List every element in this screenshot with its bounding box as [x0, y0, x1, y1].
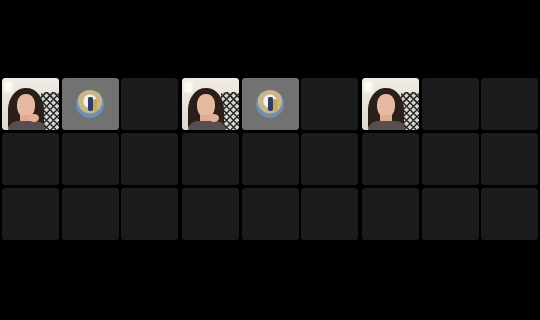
- empty-slot-tile: [182, 188, 239, 240]
- participant-avatar-tile[interactable]: [61, 78, 119, 130]
- empty-slot-tile: [121, 133, 178, 185]
- empty-slot-tile: [121, 188, 178, 240]
- participant-shirt: [8, 121, 46, 130]
- empty-slot-tile: [481, 78, 538, 130]
- empty-slot-tile: [301, 188, 358, 240]
- empty-slot-tile: [301, 78, 358, 130]
- empty-slot-tile: [2, 188, 59, 240]
- participant-video-tile[interactable]: [362, 78, 419, 130]
- participant-shirt: [368, 121, 406, 130]
- empty-slot-tile: [421, 78, 479, 130]
- lamp-light: [5, 82, 12, 92]
- empty-slot-tile: [61, 188, 119, 240]
- participant-hand: [29, 114, 39, 122]
- empty-slot-tile: [61, 133, 119, 185]
- empty-slot-tile: [121, 78, 178, 130]
- empty-slot-tile: [421, 133, 479, 185]
- avatar-figure-2: [273, 99, 277, 111]
- lamp-light: [185, 82, 192, 92]
- participant-avatar-tile[interactable]: [241, 78, 299, 130]
- empty-slot-tile: [241, 188, 299, 240]
- empty-slot-tile: [2, 133, 59, 185]
- participant-video-tile[interactable]: [2, 78, 59, 130]
- participant-grid-1: [2, 78, 178, 242]
- empty-slot-tile: [421, 188, 479, 240]
- participant-grid-3: [362, 78, 538, 242]
- empty-slot-tile: [481, 188, 538, 240]
- profile-avatar-icon: [76, 90, 104, 118]
- participant-grid-2: [182, 78, 358, 242]
- participant-shirt: [188, 121, 226, 130]
- empty-slot-tile: [481, 133, 538, 185]
- participant-hand: [209, 114, 219, 122]
- empty-slot-tile: [301, 133, 358, 185]
- avatar-figure-2: [93, 99, 97, 111]
- empty-slot-tile: [362, 188, 419, 240]
- lamp-light: [365, 82, 372, 92]
- profile-avatar-icon: [256, 90, 284, 118]
- empty-slot-tile: [182, 133, 239, 185]
- participant-video-tile[interactable]: [182, 78, 239, 130]
- empty-slot-tile: [241, 133, 299, 185]
- empty-slot-tile: [362, 133, 419, 185]
